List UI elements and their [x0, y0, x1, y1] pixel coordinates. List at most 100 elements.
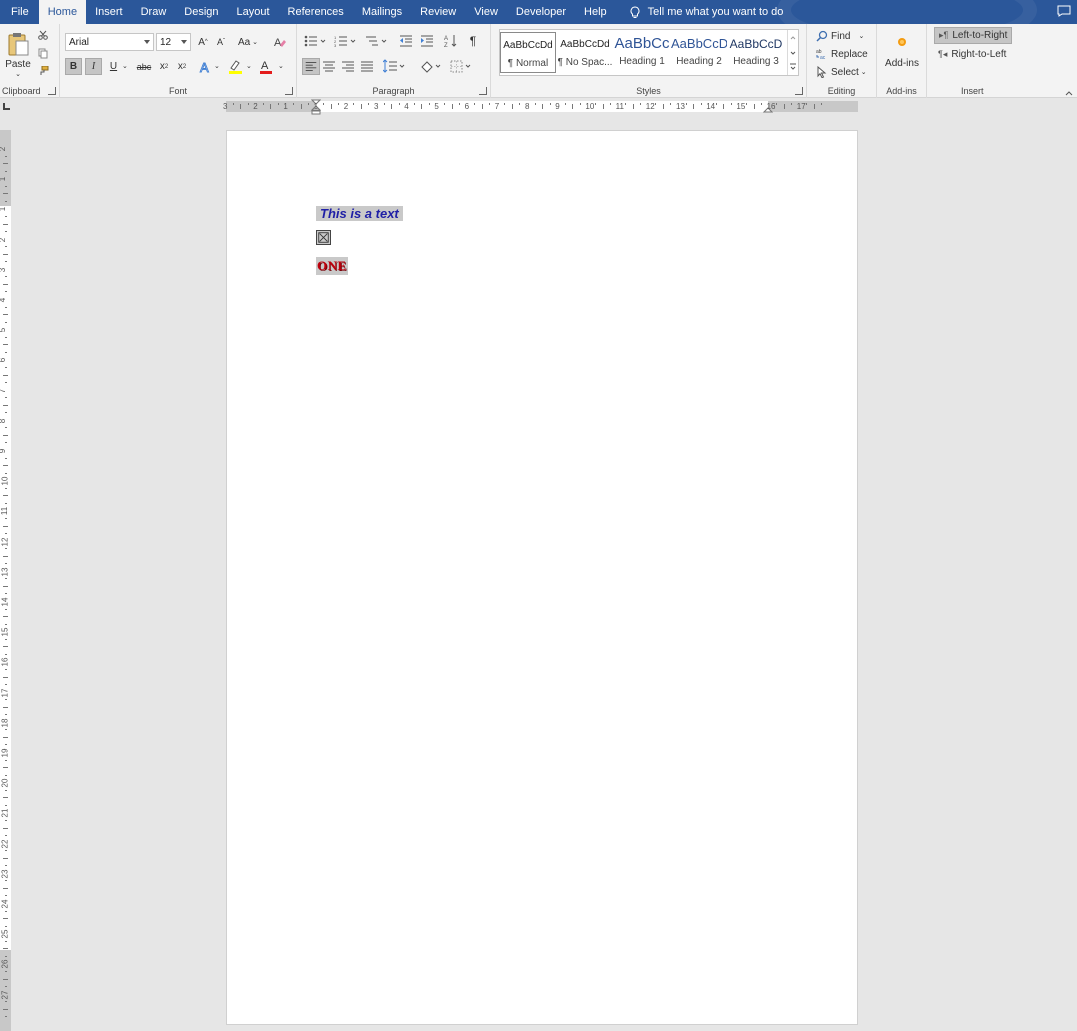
font-launcher-icon[interactable] [285, 87, 293, 95]
decrease-indent-icon[interactable] [399, 35, 413, 47]
change-case-dropdown-icon: ⌄ [252, 39, 259, 46]
tab-selector-icon[interactable] [3, 103, 10, 110]
cut-icon[interactable] [38, 30, 48, 40]
checkbox-content-control-icon[interactable] [316, 230, 331, 245]
find-button[interactable]: Find ⌄ [816, 28, 864, 44]
increase-indent-icon[interactable] [420, 35, 434, 47]
ruler-number: 17 [0, 688, 10, 698]
paragraph-launcher-icon[interactable] [479, 87, 487, 95]
ruler-tick [5, 774, 7, 776]
comments-icon[interactable] [1057, 5, 1071, 17]
ruler-number: 14 [0, 597, 10, 607]
ruler-tick [338, 103, 340, 105]
left-to-right-button[interactable]: ▸¶ Left-to-Right [934, 27, 1012, 44]
text-effects-icon[interactable]: A [199, 60, 213, 74]
grow-font-button[interactable]: A ^ [196, 34, 210, 50]
ruler-tick [5, 427, 7, 429]
ruler-tick [5, 668, 7, 670]
styles-launcher-icon[interactable] [795, 87, 803, 95]
clipboard-launcher-icon[interactable] [48, 87, 56, 95]
align-center-icon[interactable] [322, 58, 336, 75]
style-heading-2[interactable]: AaBbCcD Heading 2 [671, 32, 727, 73]
tab-review[interactable]: Review [411, 0, 465, 24]
ruler-tick [5, 306, 7, 308]
tab-mailings[interactable]: Mailings [353, 0, 411, 24]
style-heading-3[interactable]: AaBbCcD Heading 3 [728, 32, 784, 73]
superscript-button[interactable]: x2 [174, 58, 190, 75]
ruler-tick [3, 646, 8, 648]
bold-button[interactable]: B [65, 58, 82, 75]
font-color-icon[interactable]: A [259, 59, 273, 74]
subscript-button[interactable]: x2 [156, 58, 172, 75]
ruler-tick [270, 104, 272, 109]
shading-icon[interactable] [419, 59, 441, 74]
style-heading-1[interactable]: AaBbCc Heading 1 [614, 32, 670, 73]
style-sample: AaBbCcDd [503, 40, 553, 51]
format-painter-icon[interactable] [38, 66, 49, 76]
bullets-icon[interactable] [304, 35, 326, 47]
borders-icon[interactable] [450, 59, 472, 74]
tab-developer[interactable]: Developer [507, 0, 575, 24]
text-effects-dropdown-icon[interactable]: ⌄ [214, 62, 220, 70]
numbering-icon[interactable]: 123 [334, 35, 356, 47]
document-text-one[interactable]: ONE [316, 257, 348, 275]
italic-button[interactable]: I [85, 58, 102, 75]
ruler-tick [5, 759, 7, 761]
shrink-font-button[interactable]: Aˇ [214, 34, 228, 50]
ruler-tick [3, 616, 8, 618]
underline-dropdown-icon[interactable]: ⌄ [122, 62, 128, 70]
tab-design[interactable]: Design [175, 0, 227, 24]
line-spacing-icon[interactable] [383, 59, 405, 74]
ruler-number: 2 [343, 102, 349, 111]
ruler-number: 1 [313, 102, 319, 111]
highlight-icon[interactable] [228, 59, 243, 74]
tab-view[interactable]: View [465, 0, 507, 24]
horizontal-ruler[interactable]: 3 2 1 1 2 3 4 5 6 7 8 9 10 11 12 13 14 15 16 17 [223, 99, 858, 115]
select-button[interactable]: Select ⌄ [816, 64, 867, 80]
font-name-combo[interactable]: Arial [65, 33, 154, 51]
document-text-line[interactable]: This is a text [316, 206, 403, 221]
vertical-ruler[interactable]: 2112345678910111213141516171819202122232… [0, 130, 11, 1031]
justify-icon[interactable] [360, 58, 374, 75]
styles-gallery-scroll[interactable] [787, 30, 798, 75]
show-formatting-marks-button[interactable]: ¶ [467, 34, 479, 48]
ruler-tick [5, 261, 7, 263]
collapse-ribbon-icon[interactable] [1065, 90, 1073, 96]
multilevel-list-icon[interactable] [365, 35, 387, 47]
copy-icon[interactable] [38, 48, 48, 59]
right-to-left-button[interactable]: ¶◂ Right-to-Left [934, 46, 1016, 63]
font-color-dropdown-icon[interactable]: ⌄ [278, 62, 284, 70]
highlight-dropdown-icon[interactable]: ⌄ [246, 62, 252, 70]
align-right-icon[interactable] [341, 58, 355, 75]
strikethrough-button[interactable]: abc [134, 58, 154, 75]
ruler-tick [3, 706, 8, 708]
tab-insert[interactable]: Insert [86, 0, 132, 24]
font-size-combo[interactable]: 12 [156, 33, 191, 51]
style-normal[interactable]: AaBbCcDd ¶ Normal [500, 32, 556, 73]
tab-references[interactable]: References [279, 0, 353, 24]
sort-icon[interactable]: AZ [444, 34, 458, 48]
ruler-tick [5, 291, 7, 293]
ruler-tick [3, 918, 8, 920]
tab-draw[interactable]: Draw [132, 0, 176, 24]
tab-layout[interactable]: Layout [228, 0, 279, 24]
ruler-tick [360, 104, 362, 109]
change-case-button[interactable]: Aa ⌄ [236, 34, 260, 50]
paste-button[interactable]: Paste ⌄ [4, 28, 32, 80]
align-left-icon[interactable] [302, 58, 320, 75]
style-no-spacing[interactable]: AaBbCcDd ¶ No Spac... [557, 32, 613, 73]
ruler-tick [3, 555, 8, 557]
tab-help[interactable]: Help [575, 0, 616, 24]
replace-button[interactable]: ab ac Replace [816, 46, 868, 62]
ruler-number: 19 [0, 748, 10, 758]
tab-file[interactable]: File [1, 0, 39, 24]
tell-me-box[interactable]: Tell me what you want to do [616, 0, 783, 24]
clear-formatting-icon[interactable]: A [273, 35, 287, 49]
addins-button[interactable]: Add-ins [879, 32, 925, 72]
tab-home[interactable]: Home [38, 0, 87, 24]
underline-button[interactable]: U [105, 58, 122, 75]
ruler-tick [5, 487, 7, 489]
ruler-tick [247, 103, 249, 105]
ruler-number: 7 [494, 102, 500, 111]
style-sample: AaBbCcD [671, 36, 727, 51]
